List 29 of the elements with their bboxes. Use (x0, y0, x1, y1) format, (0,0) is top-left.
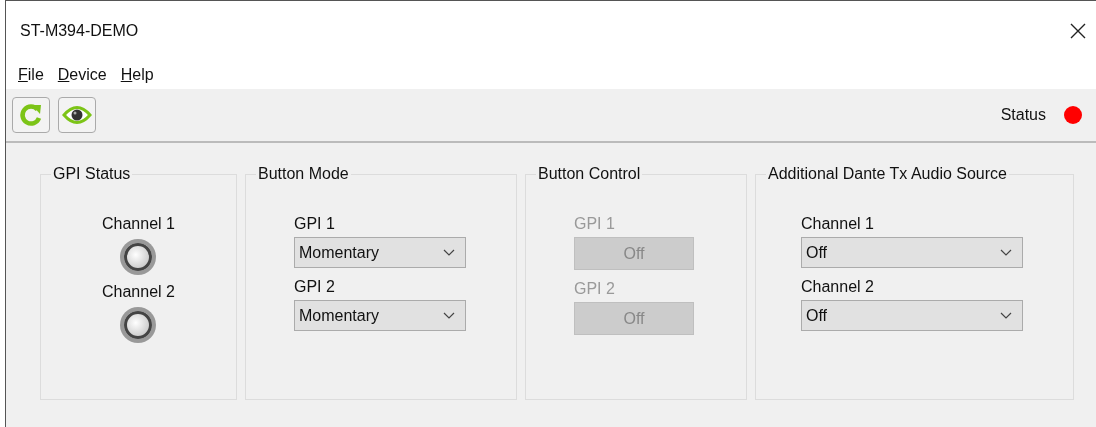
field-label: Channel 2 (801, 278, 874, 296)
chevron-down-icon (443, 311, 455, 320)
menu-item[interactable]: Device (57, 66, 107, 84)
dropdown[interactable]: Off (801, 300, 1023, 331)
chevron-down-icon (1000, 311, 1012, 320)
field-label: Channel 1 (801, 215, 874, 233)
channel-label: Channel 2 (102, 283, 175, 301)
field-label: GPI 2 (574, 280, 615, 298)
view-button[interactable] (58, 97, 96, 133)
window-title: ST-M394-DEMO (20, 22, 139, 40)
group-title: GPI Status (52, 165, 132, 183)
chevron-down-icon (443, 248, 455, 257)
chevron-down-icon (1000, 248, 1012, 257)
channel-label: Channel 1 (102, 215, 175, 233)
dropdown[interactable]: Momentary (294, 300, 466, 331)
group-title: Additional Dante Tx Audio Source (767, 165, 1008, 183)
field-label: GPI 2 (294, 278, 335, 296)
eye-icon (62, 104, 92, 126)
menu-item[interactable]: File (18, 66, 44, 84)
refresh-icon (18, 102, 44, 128)
close-icon[interactable] (1070, 23, 1086, 39)
dropdown[interactable]: Momentary (294, 237, 466, 268)
field-label: GPI 1 (294, 215, 335, 233)
status-label: Status (1000, 106, 1046, 124)
group-title: Button Mode (257, 165, 350, 183)
field-label: GPI 1 (574, 215, 615, 233)
dropdown[interactable]: Off (801, 237, 1023, 268)
menu-item[interactable]: Help (120, 66, 154, 84)
group-title: Button Control (537, 165, 642, 183)
